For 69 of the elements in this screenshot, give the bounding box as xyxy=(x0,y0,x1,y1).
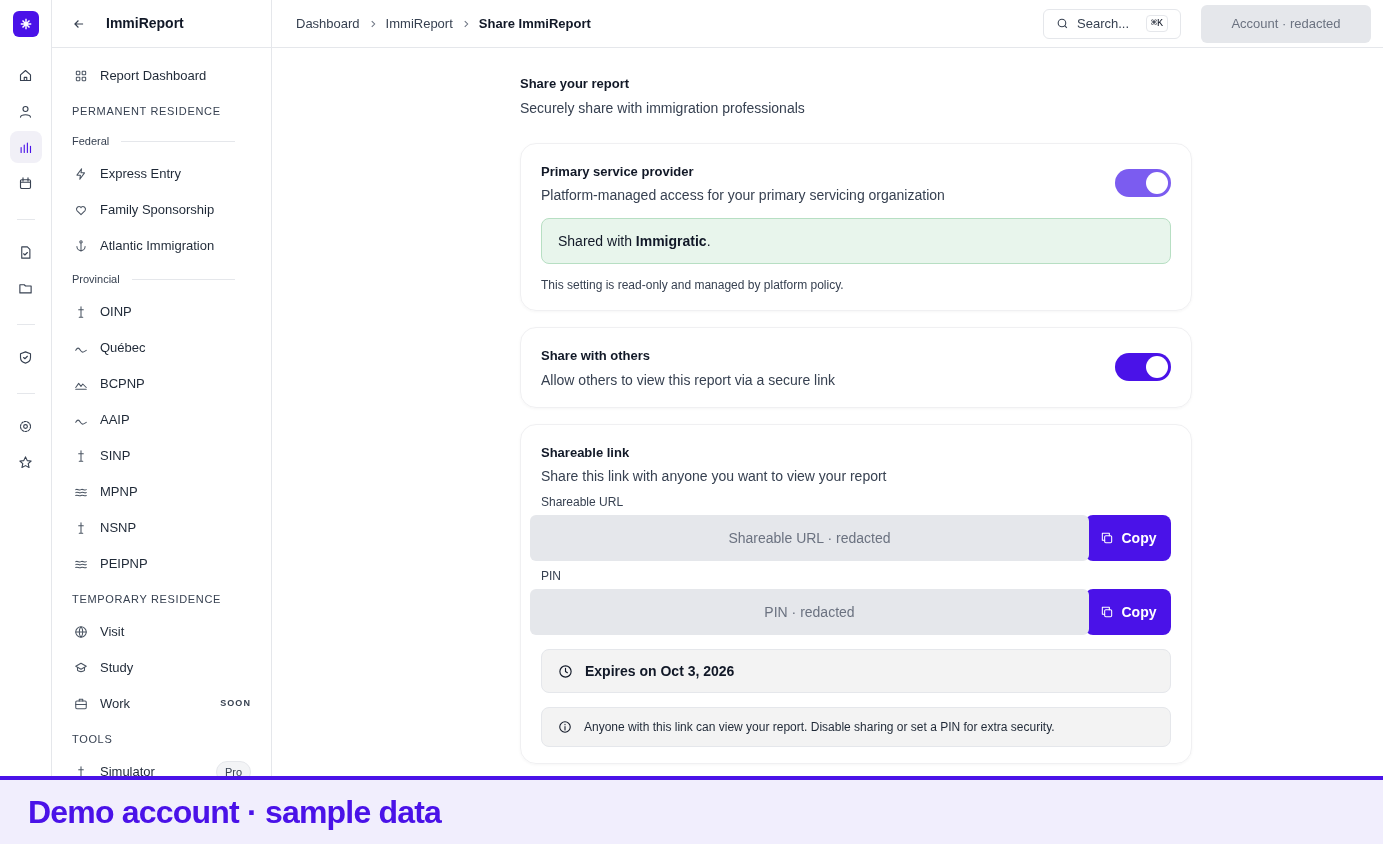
sidebar-title: ImmiReport xyxy=(105,14,184,33)
rail-button[interactable] xyxy=(9,131,42,163)
sidebar-item[interactable]: PEIPNP xyxy=(72,546,251,582)
sidebar-item[interactable]: Report Dashboard xyxy=(72,58,251,94)
redacted-field: Shareable URL · redacted xyxy=(530,515,1089,561)
group-label: Federal xyxy=(72,133,110,149)
user-icon xyxy=(18,103,33,119)
card-title: Primary service provider xyxy=(541,162,695,181)
info-icon xyxy=(558,720,572,734)
breadcrumb-link[interactable]: Dashboard xyxy=(296,13,360,34)
toggle-switch[interactable] xyxy=(1115,353,1171,381)
sidebar-item[interactable]: Atlantic Immigration xyxy=(72,228,251,264)
grid-icon xyxy=(74,69,88,83)
shared-notice-text: Shared with Immigratic. xyxy=(558,231,711,251)
card-description: Platform-managed access for your primary servicing organization xyxy=(541,186,946,205)
redacted-field: PIN · redacted xyxy=(530,589,1089,635)
sidebar-item[interactable]: OINP xyxy=(72,294,251,330)
section-heading: PERMANENT RESIDENCE xyxy=(72,103,222,119)
sidebar-item[interactable]: BCPNP xyxy=(72,366,251,402)
sidebar-item[interactable]: Study xyxy=(72,650,251,686)
sidebar-item[interactable]: MPNP xyxy=(72,474,251,510)
expiry-text: Expires on Oct 3, 2026 xyxy=(585,661,735,681)
copy-button[interactable]: Copy xyxy=(1085,589,1171,635)
globe-icon xyxy=(74,625,88,639)
bolt-icon xyxy=(74,167,88,181)
shortcut-key: ⌘K xyxy=(1145,15,1168,32)
shield-check-icon xyxy=(18,349,33,365)
breadcrumb-link[interactable]: ImmiReport xyxy=(385,13,453,34)
star-icon xyxy=(18,454,33,470)
search-icon xyxy=(1056,17,1069,30)
read-only-note: This setting is read-only and managed by platform policy. xyxy=(541,277,845,294)
field-label: Shareable URL xyxy=(541,494,625,511)
card-description: Allow others to view this report via a secure link xyxy=(541,370,837,390)
page-subtitle: Securely share with immigration professionals xyxy=(520,98,806,118)
banner-text: Demo account · sample data xyxy=(28,793,442,832)
soon-label: SOON xyxy=(220,697,251,711)
pro-badge: Pro xyxy=(215,760,251,776)
document-check-icon xyxy=(18,244,33,260)
clock-icon xyxy=(558,663,573,679)
heart-icon xyxy=(74,203,88,217)
copy-button[interactable]: Copy xyxy=(1085,515,1171,561)
home-icon xyxy=(18,67,33,83)
section-heading: TEMPORARY RESIDENCE xyxy=(72,591,223,607)
sidebar-item[interactable]: Québec xyxy=(72,330,251,366)
sidebar-item[interactable]: Family Sponsorship xyxy=(72,192,251,228)
search-field[interactable]: Search... ⌘K xyxy=(1043,8,1181,39)
briefcase-icon xyxy=(74,697,88,711)
sidebar-item[interactable]: Visit xyxy=(72,614,251,650)
calendar-icon xyxy=(18,175,33,191)
page-heading: Share your report xyxy=(520,75,631,93)
section-heading: TOOLS xyxy=(72,731,114,747)
card-title: Shareable link xyxy=(541,443,631,462)
sidebar-item[interactable]: SINP xyxy=(72,438,251,474)
account-redaction: Account · redacted xyxy=(1201,4,1371,43)
group-label: Provincial xyxy=(72,271,120,287)
breadcrumb-current: Share ImmiReport xyxy=(478,14,591,33)
sidebar-item[interactable]: NSNP xyxy=(72,510,251,546)
sidebar-item[interactable]: Work SOON xyxy=(72,686,251,722)
copy-icon xyxy=(1099,531,1114,545)
card-title: Share with others xyxy=(541,347,652,365)
sidebar-item[interactable]: AAIP xyxy=(72,402,251,438)
sidebar-item[interactable]: Express Entry xyxy=(72,156,251,192)
info-text: Anyone with this link can view your report. Disable sharing or set a PIN for extra security. xyxy=(584,719,1055,736)
graduation-cap-icon xyxy=(74,661,88,675)
copy-icon xyxy=(1099,605,1114,619)
anchor-icon xyxy=(74,239,88,253)
card-description: Share this link with anyone you want to view your report xyxy=(541,467,888,486)
app-logo[interactable] xyxy=(12,11,39,37)
field-label: PIN xyxy=(541,568,562,585)
